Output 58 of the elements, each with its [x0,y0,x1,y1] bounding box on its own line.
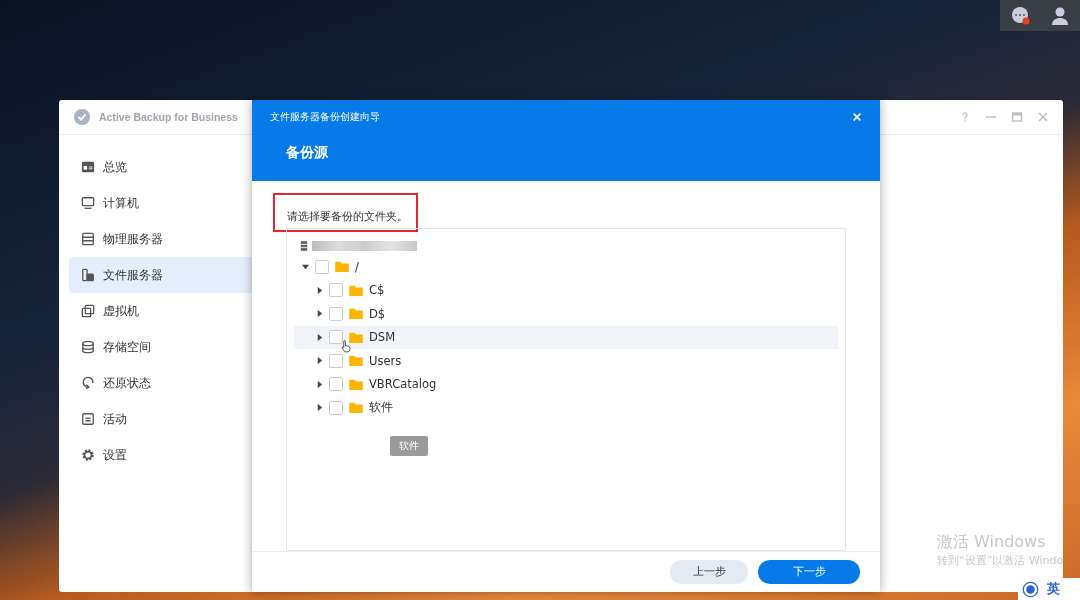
dialog-title: 文件服务器备份创建向导 [270,110,380,124]
sidebar-item[interactable]: 存储空间 [69,329,273,365]
app-title: Active Backup for Business [99,111,238,123]
tree-row[interactable]: Users [294,349,838,373]
caret-icon[interactable] [316,310,323,318]
tree-row[interactable]: D$ [294,302,838,326]
tree-row[interactable]: C$ [294,278,838,302]
app-logo-icon [73,108,91,126]
server-icon [81,232,95,246]
caret-icon[interactable] [316,286,323,294]
sidebar-item[interactable]: 物理服务器 [69,221,273,257]
checkbox[interactable] [329,306,343,321]
sidebar-item[interactable]: 总览 [69,149,273,185]
tree-row[interactable]: 软件 [294,396,838,420]
caret-icon[interactable] [316,333,323,341]
instruction-text: 请选择要备份的文件夹。 [287,210,408,222]
next-button[interactable]: 下一步 [758,560,860,584]
folder-icon [349,355,363,367]
settings-icon [81,448,95,462]
sidebar-item[interactable]: 还原状态 [69,365,273,401]
hand-cursor-icon [341,338,351,353]
caret-icon[interactable] [316,404,323,412]
checkbox[interactable] [315,259,329,274]
sidebar-item[interactable]: 活动 [69,401,273,437]
restore-icon [81,376,95,390]
sidebar-item[interactable]: 计算机 [69,185,273,221]
overview-icon [81,160,95,174]
computer-icon [81,196,95,210]
checkbox[interactable] [329,377,343,392]
folder-icon [349,402,363,414]
checkbox[interactable] [329,283,343,298]
caret-icon[interactable] [316,380,323,388]
checkbox[interactable] [329,353,343,368]
storage-icon [81,340,95,354]
activity-icon [81,412,95,426]
back-button[interactable]: 上一步 [670,560,748,584]
folder-icon [349,378,363,390]
step-title: 备份源 [285,144,329,162]
chat-icon[interactable] [1010,5,1030,26]
checkbox[interactable] [329,400,343,415]
tooltip: 软件 [390,436,428,456]
server-icon [300,240,308,252]
user-icon[interactable] [1050,5,1070,26]
tree-row[interactable]: VBRCatalog [294,372,838,396]
ime-logo-icon[interactable] [1022,580,1039,598]
ime-language[interactable]: 英 [1047,580,1060,598]
checkbox[interactable] [329,330,343,345]
folder-icon [349,308,363,320]
vm-icon [81,304,95,318]
sidebar-item[interactable]: 虚拟机 [69,293,273,329]
caret-icon[interactable] [302,263,309,271]
tree-row[interactable]: / [294,255,838,279]
sidebar-item[interactable]: 设置 [69,437,273,473]
folder-icon [335,261,349,273]
folder-icon [349,331,363,343]
caret-icon[interactable] [316,357,323,365]
folder-icon [349,284,363,296]
fileserver-icon [81,268,95,282]
